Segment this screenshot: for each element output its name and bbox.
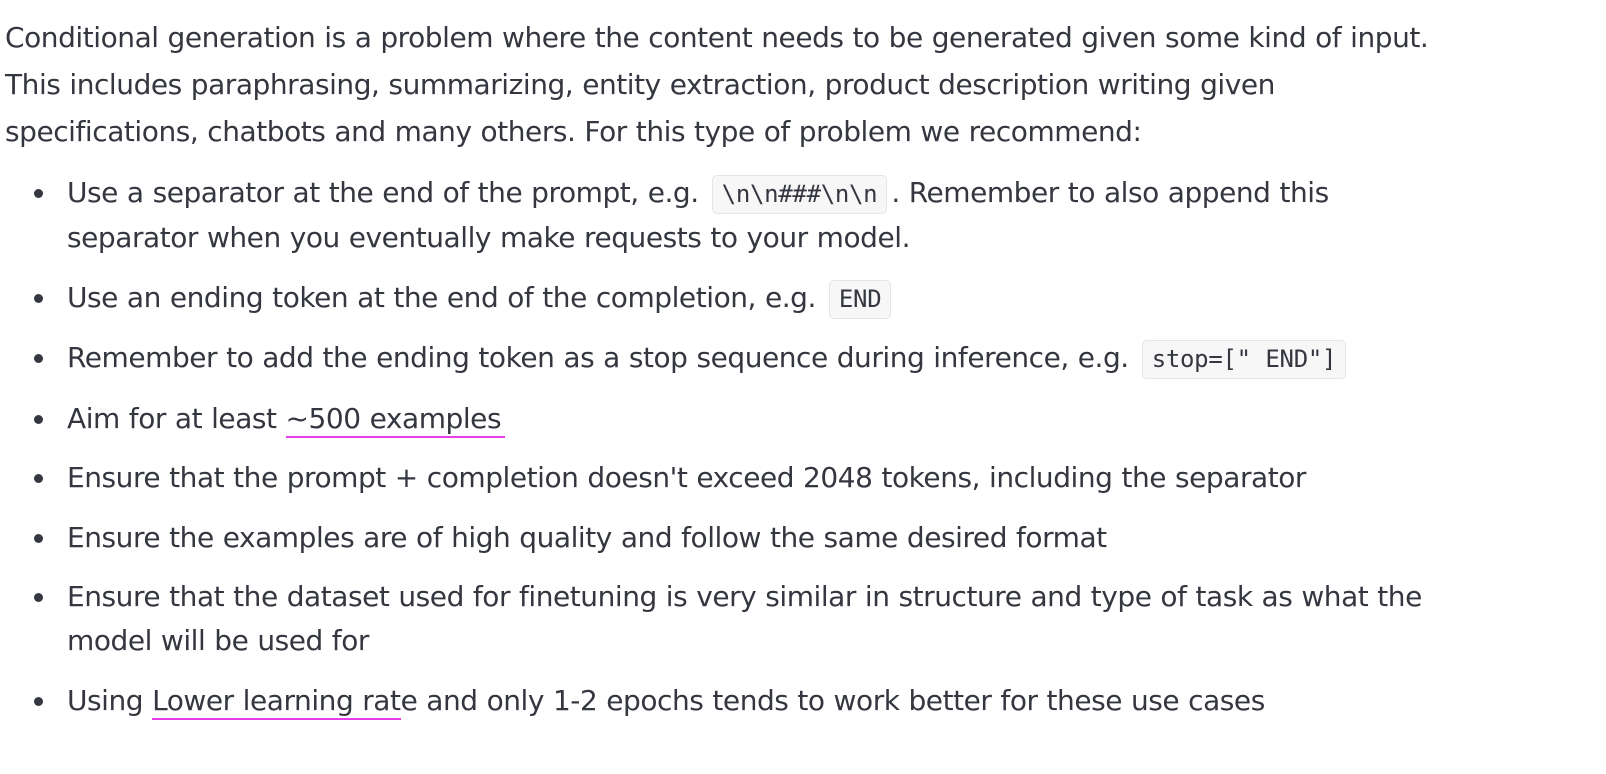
list-item: Ensure that the prompt + completion does…: [5, 456, 1565, 500]
bullet-dot-icon: [34, 533, 43, 543]
bullet-dot-icon: [34, 293, 43, 303]
list-item-text: Aim for at least: [67, 401, 277, 435]
inline-code-separator: \n\n###\n\n: [711, 175, 888, 214]
list-item: Using Lower learning rate and only 1-2 e…: [5, 679, 1565, 723]
list-item-text: Using: [67, 683, 144, 717]
bullet-dot-icon: [34, 696, 43, 706]
bullet-dot-icon: [34, 354, 43, 363]
list-item-text: Ensure that the dataset used for finetun…: [67, 580, 1422, 613]
highlighted-text: ~500 examples: [285, 401, 506, 438]
list-item: Use a separator at the end of the prompt…: [5, 171, 1565, 260]
list-item-text: model will be used for: [67, 624, 369, 657]
list-item-text: Ensure that the prompt + completion does…: [67, 461, 1306, 494]
document-body: Conditional generation is a problem wher…: [5, 14, 1565, 738]
list-item: Ensure the examples are of high quality …: [5, 516, 1565, 560]
bullet-dot-icon: [34, 593, 43, 602]
list-item-text: e and only 1-2 epochs tends to work bett…: [400, 683, 1266, 717]
inline-code-end-token: END: [828, 279, 892, 319]
bullet-dot-icon: [34, 189, 43, 198]
list-item-text: Use a separator at the end of the prompt…: [67, 176, 699, 209]
list-item-text: separator when you eventually make reque…: [67, 221, 911, 254]
list-item: Use an ending token at the end of the co…: [5, 276, 1565, 321]
bullet-dot-icon: [34, 474, 43, 483]
list-item-text: Remember to add the ending token as a st…: [67, 341, 1129, 374]
intro-line-1: Conditional generation is a problem wher…: [5, 21, 1429, 54]
recommendation-list: Use a separator at the end of the prompt…: [5, 171, 1565, 723]
list-item: Ensure that the dataset used for finetun…: [5, 575, 1565, 663]
inline-code-stop-sequence: stop=[" END"]: [1141, 340, 1347, 379]
list-item-text: . Remember to also append this: [891, 176, 1329, 209]
list-item-text: Ensure the examples are of high quality …: [67, 520, 1107, 554]
intro-paragraph: Conditional generation is a problem wher…: [5, 14, 1565, 155]
list-item: Remember to add the ending token as a st…: [5, 336, 1565, 381]
highlighted-text: Lower learning rat: [152, 683, 401, 720]
intro-line-2: This includes paraphrasing, summarizing,…: [5, 68, 1275, 101]
list-item: Aim for at least ~500 examples: [5, 397, 1565, 441]
intro-line-3: specifications, chatbots and many others…: [5, 115, 1142, 148]
list-item-text: Use an ending token at the end of the co…: [67, 280, 816, 314]
bullet-dot-icon: [34, 414, 43, 424]
